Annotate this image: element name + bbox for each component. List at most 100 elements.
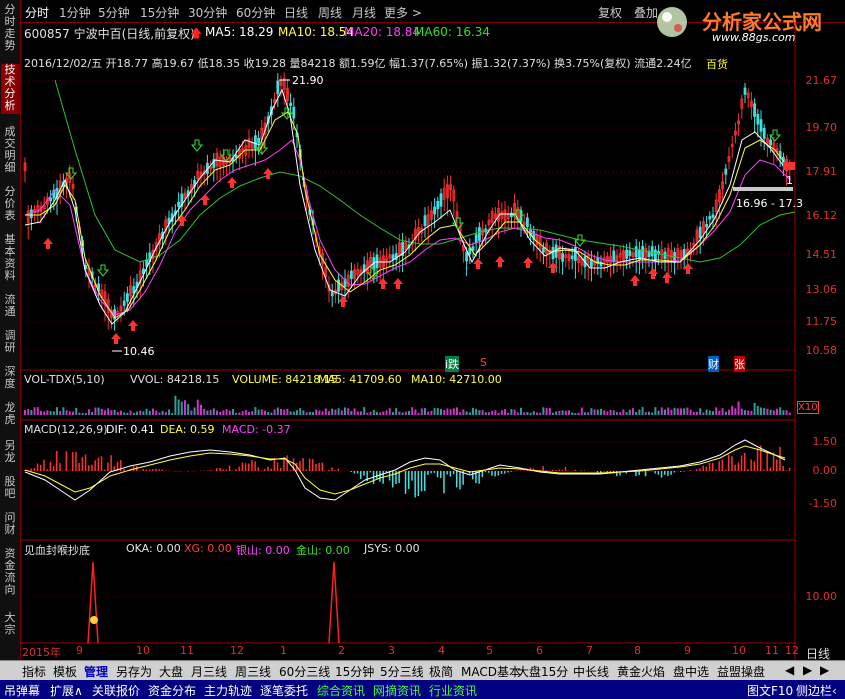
macd-bar [769, 467, 772, 471]
buy-arrow-icon [263, 168, 273, 179]
sidebar-toggle[interactable]: 侧边栏‹ [796, 682, 837, 699]
macd-bar [766, 452, 768, 471]
time-axis: 2015年 9 10 11 12 1 2 3 4 5 6 7 8 9 10 11… [20, 644, 799, 660]
volume-bar [558, 410, 561, 415]
volume-bar [116, 411, 119, 415]
volume-bar [715, 407, 718, 415]
buy-arrow-icon [200, 194, 210, 205]
candle-body [234, 154, 238, 159]
link-tab[interactable]: 关联报价 [92, 682, 140, 699]
link-tab[interactable]: 网摘资讯 [373, 682, 421, 699]
volume-bar [142, 411, 145, 415]
macd-bar [337, 468, 340, 471]
volume-bar [200, 404, 202, 415]
macd-bar [497, 471, 500, 476]
macd-bar [142, 468, 144, 471]
volume-bar [555, 411, 558, 415]
tab-scroll-end-icon[interactable]: ▶ [820, 663, 829, 679]
bottom-tab[interactable]: 60分三线 [279, 663, 330, 679]
event-marker-s[interactable]: S [480, 356, 487, 369]
bottom-tab[interactable]: 大盘 [159, 663, 183, 679]
volume-bar [782, 410, 785, 415]
volume-bar [155, 410, 158, 415]
volume-bar [36, 407, 39, 415]
volume-bar [641, 407, 644, 415]
macd-bar [81, 457, 84, 471]
bottom-tab[interactable]: 中长线 [573, 663, 609, 679]
bottom-tab[interactable]: 盘中选 [673, 663, 709, 679]
time-tick: 12 [230, 644, 244, 657]
bottom-tab[interactable]: 极简 [429, 663, 453, 679]
volume-bar [411, 407, 414, 415]
macd-bar [635, 471, 637, 476]
volume-bar [353, 408, 356, 415]
bottom-tab[interactable]: 大盘15分 [517, 663, 568, 679]
indicator-spike-1 [87, 561, 99, 644]
kline-chart[interactable] [0, 0, 845, 660]
event-marker-i[interactable]: i跌 [445, 356, 460, 372]
macd-bar [705, 466, 708, 471]
tab-scroll-left-icon[interactable]: ◀ [785, 663, 794, 679]
volume-bar [257, 409, 260, 415]
last-price-marker [783, 162, 795, 170]
volume-bar [667, 407, 670, 415]
bottom-tab-active[interactable]: 管理 [84, 663, 108, 679]
volume-bar [619, 412, 622, 415]
indicator-jinshan: 金山: 0.00 [296, 544, 350, 557]
macd-bar [318, 462, 320, 471]
volume-bar [254, 407, 257, 415]
ma60-value: MA60: 16.34 [414, 25, 491, 39]
link-tab[interactable]: 行业资讯 [429, 682, 477, 699]
volume-bar [56, 407, 58, 415]
tab-scroll-right-icon[interactable]: ▶ [803, 663, 812, 679]
event-marker-zhang[interactable]: 张 [734, 356, 745, 372]
volume-bar [123, 412, 126, 415]
link-tab[interactable]: 资金分布 [148, 682, 196, 699]
bottom-tab[interactable]: 周三线 [235, 663, 271, 679]
dea-value: DEA: 0.59 [160, 423, 215, 436]
bottom-tab[interactable]: 黄金火焰 [617, 663, 665, 679]
bottom-tab[interactable]: 5分三线 [380, 663, 424, 679]
macd-bar [763, 469, 765, 471]
candle-body [330, 291, 334, 297]
volume-bar [193, 407, 196, 415]
volume-bar [164, 412, 167, 415]
macd-bar [302, 458, 304, 471]
event-marker-cai[interactable]: 财 [708, 356, 719, 372]
link-tab[interactable]: 吊弹幕 [4, 682, 40, 699]
link-tab[interactable]: 综合资讯 [317, 682, 365, 699]
volume-bar [235, 412, 238, 415]
macd-bar [308, 458, 311, 471]
last-price-label: 1 [786, 174, 793, 187]
bottom-tab[interactable]: 益盟操盘 [717, 663, 765, 679]
volume-bar [638, 409, 641, 415]
volume-bar [363, 407, 366, 415]
bottom-tab[interactable]: 模板 [53, 663, 77, 679]
candle-body [542, 247, 545, 253]
macd-bar [721, 459, 724, 471]
link-tab[interactable]: 主力轨迹 [204, 682, 252, 699]
bottom-tab[interactable]: 指标 [22, 663, 46, 679]
volume-bar [686, 407, 689, 415]
macd-bar [238, 466, 240, 471]
volume-bar [772, 410, 775, 415]
bottom-tab[interactable]: 另存为 [116, 663, 152, 679]
bottom-tab[interactable]: MACD基本 [461, 663, 521, 679]
volume-bar [385, 410, 388, 415]
indicator-oka: OKA: 0.00 [126, 542, 181, 555]
time-tick: 3 [388, 644, 395, 657]
link-tab[interactable]: 扩展∧ [50, 682, 83, 699]
sell-arrow-icon [190, 139, 204, 152]
buy-arrow-icon [393, 278, 403, 289]
f10-button[interactable]: 图文F10 [747, 682, 793, 699]
bottom-tab[interactable]: 月三线 [191, 663, 227, 679]
bottom-tab[interactable]: 15分钟 [335, 663, 374, 679]
macd-bar [276, 462, 279, 471]
candle-body [743, 87, 747, 95]
macd-bar [561, 469, 564, 471]
link-tab[interactable]: 逐笔委托 [260, 682, 308, 699]
macd-bar [360, 471, 362, 479]
time-tick: 9 [684, 644, 691, 657]
ma20-value: MA20: 18.84 [344, 25, 421, 39]
volume-bar [324, 408, 327, 415]
